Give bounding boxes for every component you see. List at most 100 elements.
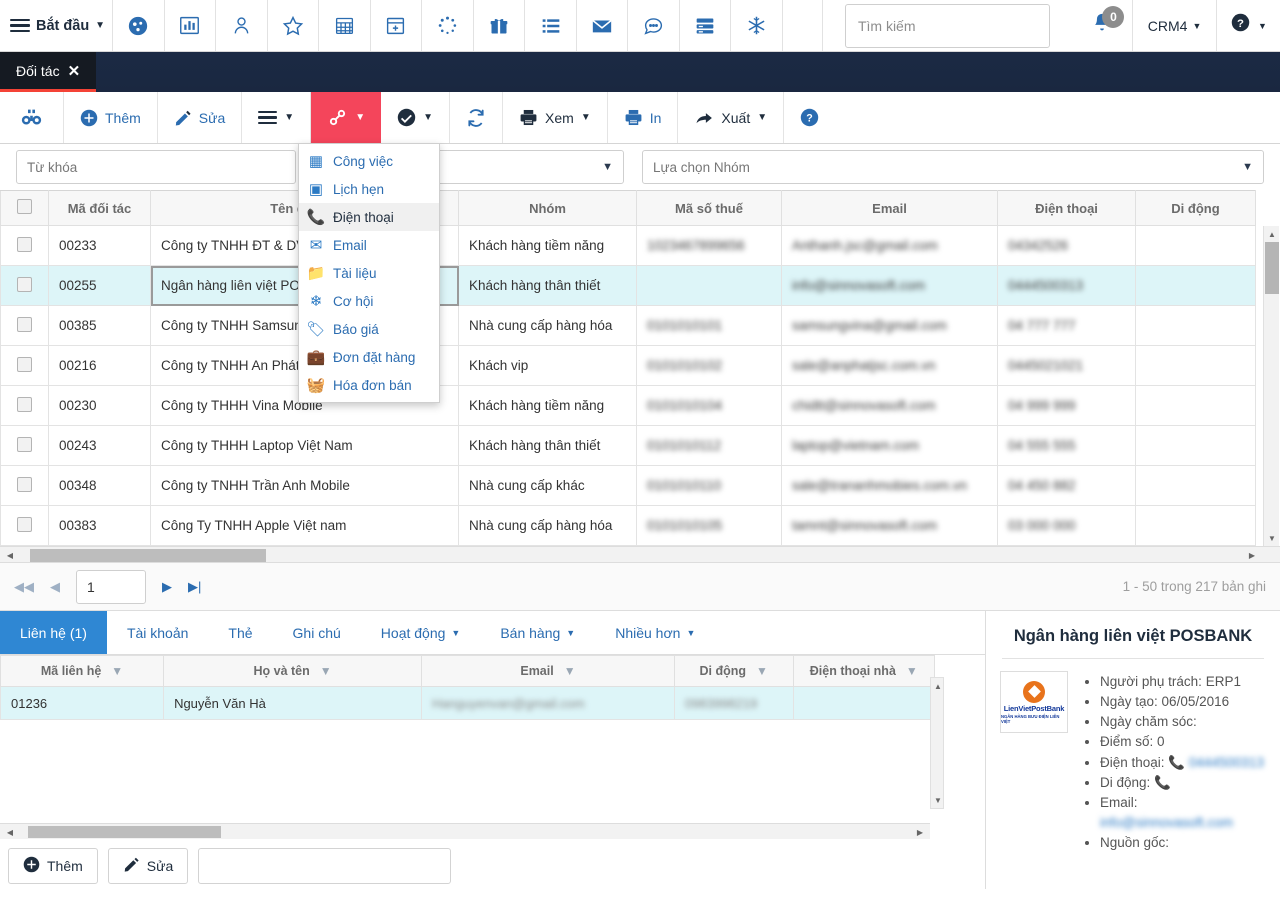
cell-code[interactable]: 00348 [48,465,151,506]
row-checkbox[interactable] [17,516,32,532]
cell-tax[interactable]: 0101010105 [636,505,782,546]
table-row[interactable]: 00233 Công ty TNHH ĐT & DV Khách hàng tiềm… [0,225,1256,266]
cell-email[interactable]: Anthanh.jsc@gmail.com [781,225,998,266]
cell-phone[interactable]: 04 777 777 [997,305,1136,346]
cell-phone[interactable]: 0444500313 [997,265,1136,306]
grid-horizontal-scrollbar[interactable]: ◀ ▶ [0,546,1280,563]
row-checkbox-cell[interactable] [0,265,49,306]
cell-name[interactable]: Công Ty TNHH Apple Việt nam [150,505,459,546]
row-checkbox-cell[interactable] [0,345,49,386]
cell-code[interactable]: 00383 [48,505,151,546]
search-button[interactable] [0,92,64,143]
first-page-button[interactable]: ◀◀ [14,579,34,595]
cell-phone[interactable]: 04342526 [997,225,1136,266]
menu-item-6[interactable]: 🏷 Báo giá [299,315,439,343]
row-checkbox[interactable] [17,396,32,412]
contacts-header-fullname[interactable]: Họ và tên ▼ [163,655,423,687]
menu-item-3[interactable]: ✉ Email [299,231,439,259]
cell-group[interactable]: Nhà cung cấp hàng hóa [458,305,637,346]
snowflake-icon[interactable] [731,0,783,51]
cell-contact-mobile[interactable]: 0983998219 [673,686,794,720]
row-checkbox-cell[interactable] [0,305,49,346]
contacts-header-code[interactable]: Mã liên hệ ▼ [0,655,165,687]
cell-mobile[interactable] [1135,505,1256,546]
cell-email[interactable]: info@sinnovasoft.com [781,265,998,306]
contacts-vertical-scrollbar[interactable]: ▲ ▼ [930,677,944,809]
cell-tax[interactable] [636,265,782,306]
menu-item-0[interactable]: ▦ Công việc [299,147,439,175]
scroll-down-icon[interactable]: ▼ [1264,530,1280,546]
start-menu-button[interactable]: Bắt đầu ▼ [0,0,114,51]
add-button[interactable]: Thêm [64,92,158,143]
table-row[interactable]: 00383 Công Ty TNHH Apple Việt nam Nhà cung… [0,505,1256,546]
scroll-right-icon[interactable]: ▶ [912,824,928,840]
mail-icon[interactable] [577,0,629,51]
chat-icon[interactable] [628,0,680,51]
cell-contact-email[interactable]: Hanguyenvan@gmail.com [421,686,675,720]
row-checkbox[interactable] [17,316,32,332]
menu-item-1[interactable]: ▣ Lịch hẹn [299,175,439,203]
group-select-dropdown[interactable]: Lựa chọn Nhóm ▼ [642,150,1264,184]
cell-email[interactable]: tamnt@sinnovasoft.com [781,505,998,546]
help-menu-button[interactable]: ? ▼ [1217,0,1280,51]
row-checkbox-cell[interactable] [0,505,49,546]
scroll-thumb[interactable] [1265,242,1279,294]
cell-email[interactable]: samsungvina@gmail.com [781,305,998,346]
cell-mobile[interactable] [1135,265,1256,306]
cell-group[interactable]: Khách hàng tiềm năng [458,225,637,266]
check-button[interactable]: ▼ [381,92,451,143]
cell-contact-code[interactable]: 01236 [0,686,165,720]
tab-0[interactable]: Liên hệ (1) [0,611,107,654]
header-code[interactable]: Mã đối tác [48,190,151,226]
calendar-add-icon[interactable] [371,0,423,51]
scroll-left-icon[interactable]: ◀ [2,547,18,563]
star-icon[interactable] [268,0,320,51]
scroll-up-icon[interactable]: ▲ [1264,226,1280,242]
prev-page-button[interactable]: ◀ [50,579,60,595]
cell-phone[interactable]: 04 555 555 [997,425,1136,466]
tab-1[interactable]: Tài khoản [107,611,208,654]
cell-mobile[interactable] [1135,425,1256,466]
table-row[interactable]: 00230 Công ty THHH Vina Mobile Khách hàng … [0,385,1256,426]
menu-item-4[interactable]: 📁 Tài liệu [299,259,439,287]
phone-icon[interactable]: 📞 [1154,775,1171,790]
cell-group[interactable]: Khách vip [458,345,637,386]
menu-item-8[interactable]: 🧺 Hóa đơn bán [299,371,439,399]
print-button[interactable]: In [608,92,679,143]
filter-icon[interactable]: ▼ [111,664,123,678]
row-checkbox-cell[interactable] [0,225,49,266]
cell-group[interactable]: Khách hàng thân thiết [458,265,637,306]
row-checkbox[interactable] [17,276,32,292]
header-email[interactable]: Email [781,190,998,226]
menu-button[interactable]: ▼ [242,92,312,143]
cell-tax[interactable]: 1023467899656 [636,225,782,266]
filter-icon[interactable]: ▼ [756,664,768,678]
cell-email[interactable]: sale@anphatjsc.com.vn [781,345,998,386]
keyword-filter-input[interactable]: Từ khóa [16,150,296,184]
list-icon[interactable] [525,0,577,51]
cell-code[interactable]: 00385 [48,305,151,346]
close-icon[interactable]: ✕ [68,62,81,80]
table-row[interactable]: 00255 Ngân hàng liên việt POSBANK Khách hà… [0,265,1256,306]
phone-icon[interactable]: 📞 [1168,755,1185,770]
table-row[interactable]: 00385 Công ty TNHH Samsung Nhà cung cấp hà… [0,305,1256,346]
cell-email[interactable]: chidtt@sinnovasoft.com [781,385,998,426]
tab-5[interactable]: Bán hàng ▼ [480,611,595,654]
contacts-edit-button[interactable]: Sửa [107,848,189,884]
export-button[interactable]: Xuất ▼ [678,92,785,143]
row-checkbox[interactable] [17,356,32,372]
dashboard-icon[interactable] [113,0,165,51]
cell-mobile[interactable] [1135,465,1256,506]
select-all-header[interactable] [0,190,49,226]
cell-name[interactable]: Công ty THHH Laptop Việt Nam [150,425,459,466]
cell-phone[interactable]: 04 999 999 [997,385,1136,426]
tab-3[interactable]: Ghi chú [273,611,361,654]
contact-icon[interactable] [216,0,268,51]
chart-icon[interactable] [165,0,217,51]
edit-button[interactable]: Sửa [158,92,243,143]
scroll-up-icon[interactable]: ▲ [931,678,945,694]
cell-code[interactable]: 00243 [48,425,151,466]
cell-email[interactable]: laptop@vietnam.com [781,425,998,466]
calendar-icon[interactable] [319,0,371,51]
cell-mobile[interactable] [1135,345,1256,386]
